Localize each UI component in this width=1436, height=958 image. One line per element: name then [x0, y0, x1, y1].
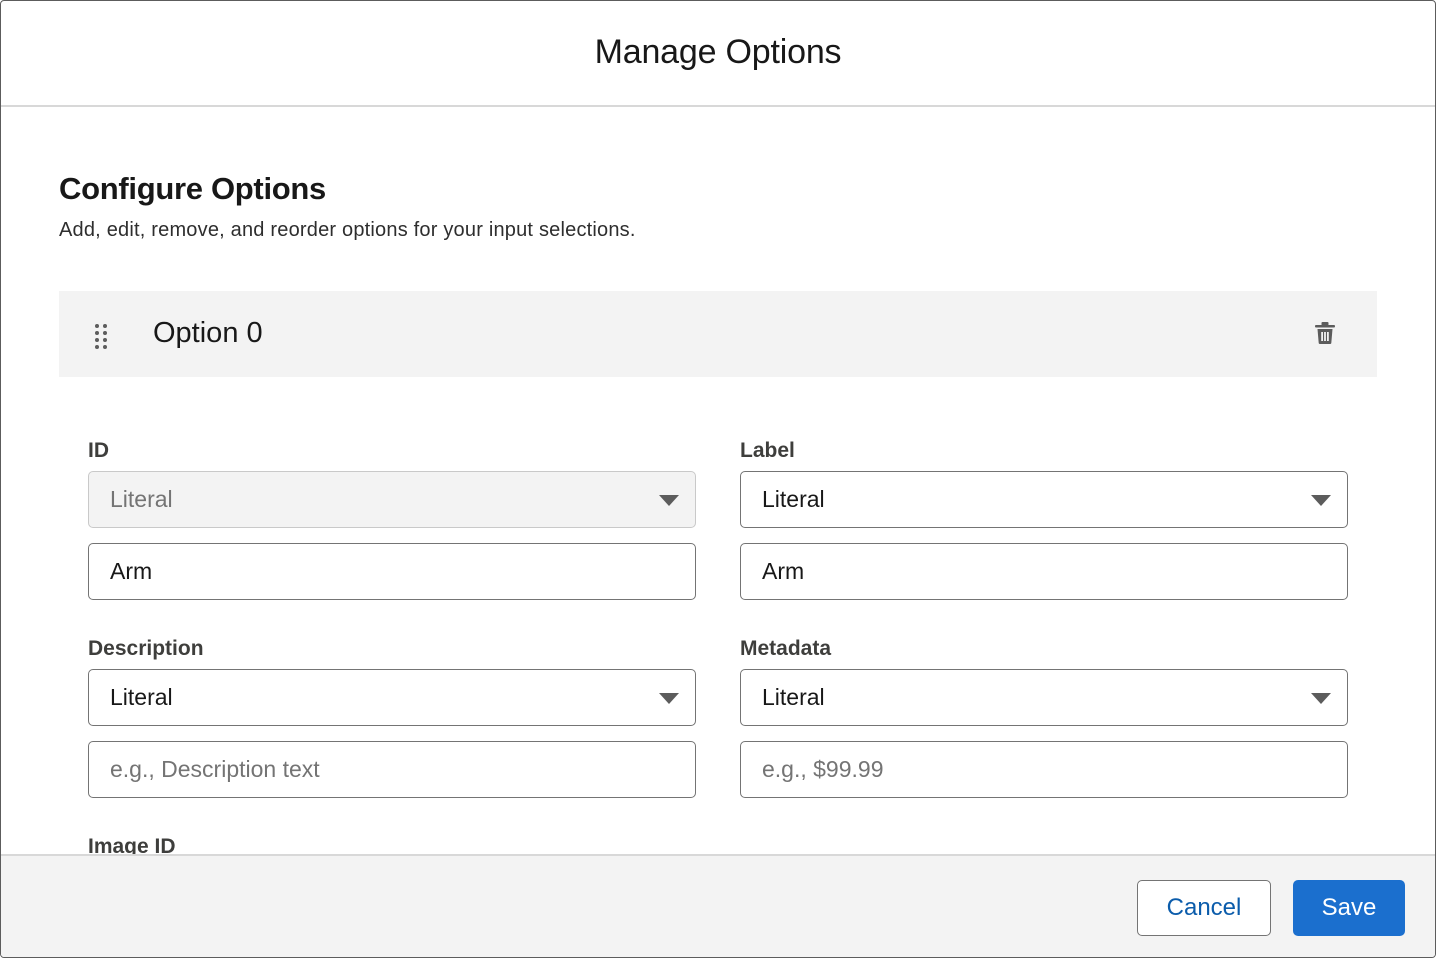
metadata-type-select[interactable]: Literal — [740, 669, 1348, 726]
option-header: Option 0 — [59, 291, 1377, 377]
modal-header: Manage Options — [1, 1, 1435, 107]
image-id-label: Image ID — [88, 835, 176, 854]
description-type-value: Literal — [110, 684, 173, 710]
save-button[interactable]: Save — [1293, 880, 1405, 936]
chevron-down-icon — [659, 693, 679, 704]
modal-body[interactable]: Configure Options Add, edit, remove, and… — [1, 109, 1435, 854]
metadata-label: Metadata — [740, 637, 832, 660]
metadata-value-input[interactable] — [740, 741, 1348, 798]
chevron-down-icon — [1311, 495, 1331, 506]
label-type-select[interactable]: Literal — [740, 471, 1348, 528]
section-description: Add, edit, remove, and reorder options f… — [59, 219, 636, 241]
option-title: Option 0 — [153, 317, 263, 349]
label-value-input[interactable] — [740, 543, 1348, 600]
label-type-value: Literal — [762, 486, 825, 512]
modal-footer: Cancel Save — [1, 854, 1435, 957]
chevron-down-icon — [659, 495, 679, 506]
manage-options-modal: Manage Options Configure Options Add, ed… — [0, 0, 1436, 958]
metadata-type-value: Literal — [762, 684, 825, 710]
label-label: Label — [740, 439, 795, 462]
trash-icon[interactable] — [1314, 321, 1338, 347]
section-title: Configure Options — [59, 171, 326, 206]
cancel-button[interactable]: Cancel — [1137, 880, 1271, 936]
modal-title: Manage Options — [594, 32, 842, 71]
id-type-value: Literal — [110, 486, 173, 512]
description-type-select[interactable]: Literal — [88, 669, 696, 726]
id-type-select: Literal — [88, 471, 696, 528]
drag-handle-icon[interactable] — [95, 324, 109, 349]
description-value-input[interactable] — [88, 741, 696, 798]
description-label: Description — [88, 637, 204, 660]
id-label: ID — [88, 439, 109, 462]
chevron-down-icon — [1311, 693, 1331, 704]
id-value-input[interactable] — [88, 543, 696, 600]
